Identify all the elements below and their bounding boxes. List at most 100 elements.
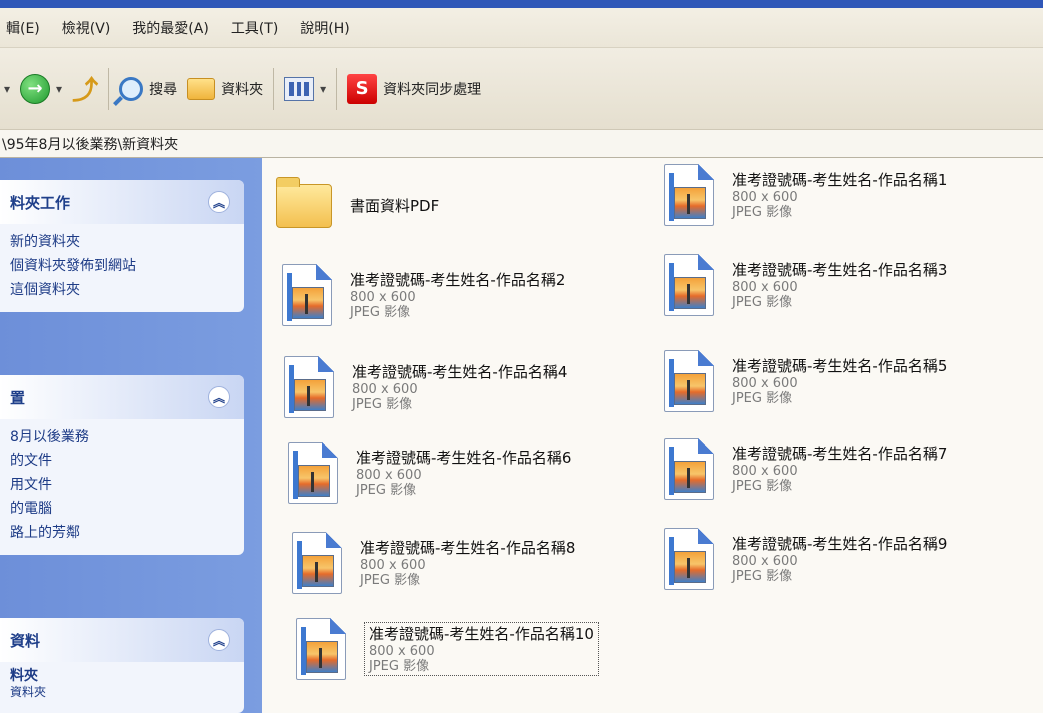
jpeg-file-icon bbox=[664, 438, 714, 500]
other-places-header[interactable]: 置 ︽ bbox=[0, 375, 244, 419]
folder-tasks-panel: 料夾工作 ︽ 新的資料夾 個資料夾發佈到網站 這個資料夾 bbox=[0, 180, 244, 312]
place-link[interactable]: 的電腦 bbox=[10, 497, 234, 521]
sync-label: 資料夾同步處理 bbox=[383, 81, 482, 98]
place-link[interactable]: 路上的芳鄰 bbox=[10, 521, 234, 545]
file-type: JPEG 影像 bbox=[732, 569, 793, 584]
file-type: JPEG 影像 bbox=[732, 295, 793, 310]
task-link-share-folder[interactable]: 這個資料夾 bbox=[10, 278, 234, 302]
file-dimensions: 800 x 600 bbox=[732, 554, 798, 569]
file-name: 准考證號碼-考生姓名-作品名稱5 bbox=[732, 357, 948, 375]
folder-icon bbox=[276, 177, 332, 228]
file-name: 准考證號碼-考生姓名-作品名稱2 bbox=[350, 271, 566, 289]
task-link-new-folder[interactable]: 新的資料夾 bbox=[10, 230, 234, 254]
chevron-down-icon: ▾ bbox=[56, 81, 63, 96]
file-dimensions: 800 x 600 bbox=[732, 464, 798, 479]
toolbar-divider bbox=[108, 67, 110, 110]
file-view: 書面資料PDF 准考證號碼-考生姓名-作品名稱1 800 x 600 JPEG 影像… bbox=[262, 158, 1043, 713]
other-places-panel: 置 ︽ 8月以後業務 的文件 用文件 的電腦 路上的芳鄰 bbox=[0, 375, 244, 555]
file-dimensions: 800 x 600 bbox=[369, 644, 435, 659]
file-item[interactable]: 准考證號碼-考生姓名-作品名稱2 800 x 600 JPEG 影像 bbox=[282, 264, 565, 326]
file-name: 准考證號碼-考生姓名-作品名稱10 bbox=[369, 625, 594, 643]
toolbar-divider bbox=[273, 67, 275, 110]
file-item[interactable]: 准考證號碼-考生姓名-作品名稱1 800 x 600 JPEG 影像 bbox=[664, 164, 947, 226]
place-link[interactable]: 的文件 bbox=[10, 449, 234, 473]
back-dropdown-icon[interactable]: ▾ bbox=[4, 82, 10, 96]
jpeg-file-icon bbox=[664, 528, 714, 590]
file-name: 准考證號碼-考生姓名-作品名稱8 bbox=[360, 539, 576, 557]
folder-name: 書面資料PDF bbox=[350, 197, 440, 215]
file-item[interactable]: 准考證號碼-考生姓名-作品名稱3 800 x 600 JPEG 影像 bbox=[664, 254, 947, 316]
folder-icon bbox=[187, 77, 216, 100]
file-dimensions: 800 x 600 bbox=[350, 290, 416, 305]
jpeg-file-icon bbox=[664, 164, 714, 226]
details-name: 料夾 bbox=[10, 668, 38, 684]
views-icon bbox=[284, 76, 315, 101]
file-item[interactable]: 准考證號碼-考生姓名-作品名稱7 800 x 600 JPEG 影像 bbox=[664, 438, 947, 500]
file-type: JPEG 影像 bbox=[369, 659, 430, 674]
file-name: 准考證號碼-考生姓名-作品名稱7 bbox=[732, 445, 948, 463]
file-type: JPEG 影像 bbox=[352, 397, 413, 412]
details-panel: 資料 ︽ 料夾 資料夾 bbox=[0, 618, 244, 713]
address-path: \95年8月以後業務\新資料夾 bbox=[2, 136, 179, 153]
file-item[interactable]: 准考證號碼-考生姓名-作品名稱4 800 x 600 JPEG 影像 bbox=[284, 356, 567, 418]
file-type: JPEG 影像 bbox=[350, 305, 411, 320]
title-bar-edge bbox=[0, 0, 1043, 8]
sync-icon: S bbox=[347, 73, 378, 104]
collapse-icon[interactable]: ︽ bbox=[208, 191, 230, 213]
views-button[interactable]: ▾ bbox=[284, 76, 327, 101]
search-label: 搜尋 bbox=[149, 81, 178, 98]
menu-tools[interactable]: 工具(T) bbox=[231, 18, 278, 38]
chevron-down-icon: ▾ bbox=[320, 81, 327, 96]
panel-title: 料夾工作 bbox=[10, 193, 71, 212]
file-name: 准考證號碼-考生姓名-作品名稱1 bbox=[732, 171, 948, 189]
forward-button[interactable]: → ▾ bbox=[20, 73, 63, 104]
address-bar[interactable]: \95年8月以後業務\新資料夾 bbox=[0, 130, 1043, 158]
details-type: 資料夾 bbox=[10, 685, 47, 699]
file-dimensions: 800 x 600 bbox=[352, 382, 418, 397]
file-name: 准考證號碼-考生姓名-作品名稱6 bbox=[356, 449, 572, 467]
jpeg-file-icon bbox=[296, 618, 346, 680]
menu-favorites[interactable]: 我的最愛(A) bbox=[132, 18, 209, 38]
file-type: JPEG 影像 bbox=[732, 391, 793, 406]
file-name: 准考證號碼-考生姓名-作品名稱4 bbox=[352, 363, 568, 381]
jpeg-file-icon bbox=[292, 532, 342, 594]
folders-label: 資料夾 bbox=[221, 81, 264, 98]
file-item[interactable]: 准考證號碼-考生姓名-作品名稱9 800 x 600 JPEG 影像 bbox=[664, 528, 947, 590]
file-item[interactable]: 准考證號碼-考生姓名-作品名稱5 800 x 600 JPEG 影像 bbox=[664, 350, 947, 412]
jpeg-file-icon bbox=[282, 264, 332, 326]
file-item-selected[interactable]: 准考證號碼-考生姓名-作品名稱10 800 x 600 JPEG 影像 bbox=[296, 618, 599, 680]
folder-sync-button[interactable]: S 資料夾同步處理 bbox=[347, 73, 482, 104]
folder-tasks-header[interactable]: 料夾工作 ︽ bbox=[0, 180, 244, 224]
file-dimensions: 800 x 600 bbox=[360, 558, 426, 573]
file-type: JPEG 影像 bbox=[360, 573, 421, 588]
file-name: 准考證號碼-考生姓名-作品名稱3 bbox=[732, 261, 948, 279]
menu-view[interactable]: 檢視(V) bbox=[62, 18, 111, 38]
place-link[interactable]: 用文件 bbox=[10, 473, 234, 497]
file-dimensions: 800 x 600 bbox=[356, 468, 422, 483]
file-item[interactable]: 准考證號碼-考生姓名-作品名稱6 800 x 600 JPEG 影像 bbox=[288, 442, 571, 504]
toolbar-divider bbox=[336, 67, 338, 110]
panel-title: 資料 bbox=[10, 631, 41, 650]
details-header[interactable]: 資料 ︽ bbox=[0, 618, 244, 662]
folders-button[interactable]: 資料夾 bbox=[187, 77, 264, 100]
file-item[interactable]: 准考證號碼-考生姓名-作品名稱8 800 x 600 JPEG 影像 bbox=[292, 532, 575, 594]
file-dimensions: 800 x 600 bbox=[732, 280, 798, 295]
task-link-publish-web[interactable]: 個資料夾發佈到網站 bbox=[10, 254, 234, 278]
menu-help[interactable]: 說明(H) bbox=[300, 18, 349, 38]
menu-edit[interactable]: 輯(E) bbox=[6, 18, 40, 38]
up-folder-icon[interactable]: ⤴ bbox=[72, 70, 98, 107]
jpeg-file-icon bbox=[288, 442, 338, 504]
place-link[interactable]: 8月以後業務 bbox=[10, 425, 234, 449]
file-type: JPEG 影像 bbox=[732, 479, 793, 494]
task-pane: 料夾工作 ︽ 新的資料夾 個資料夾發佈到網站 這個資料夾 置 ︽ 8月以後業務 … bbox=[0, 158, 262, 713]
jpeg-file-icon bbox=[664, 254, 714, 316]
menu-bar: 輯(E) 檢視(V) 我的最愛(A) 工具(T) 說明(H) bbox=[0, 8, 1043, 48]
collapse-icon[interactable]: ︽ bbox=[208, 629, 230, 651]
forward-arrow-icon: → bbox=[20, 73, 51, 104]
search-icon bbox=[119, 76, 144, 101]
file-dimensions: 800 x 600 bbox=[732, 190, 798, 205]
search-button[interactable]: 搜尋 bbox=[119, 76, 178, 101]
collapse-icon[interactable]: ︽ bbox=[208, 386, 230, 408]
folder-item[interactable]: 書面資料PDF bbox=[276, 177, 440, 228]
panel-title: 置 bbox=[10, 388, 26, 407]
